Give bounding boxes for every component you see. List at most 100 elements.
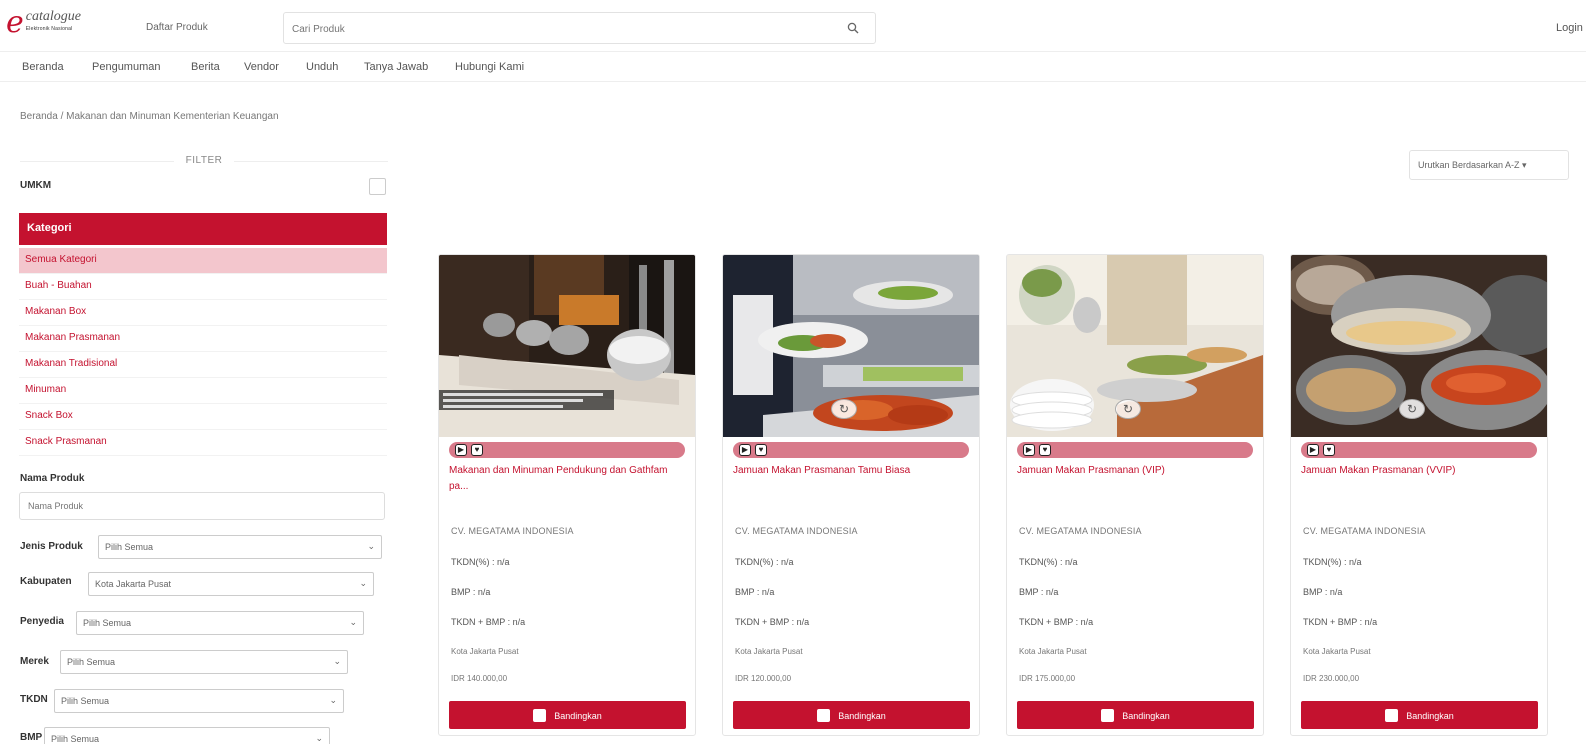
nav-beranda[interactable]: Beranda bbox=[22, 61, 64, 73]
penyedia-select[interactable]: Pilih Semua ⌄ bbox=[76, 611, 364, 635]
product-tag-bar: ▶ ♥ bbox=[733, 442, 969, 458]
product-location: Kota Jakarta Pusat bbox=[1019, 647, 1087, 656]
kabupaten-label: Kabupaten bbox=[20, 576, 72, 587]
rotate-icon[interactable]: ↻ bbox=[831, 399, 857, 419]
jenis-produk-select[interactable]: Pilih Semua ⌄ bbox=[98, 535, 382, 559]
product-card[interactable]: ↻ ▶ ♥ Jamuan Makan Prasmanan Tamu Biasa … bbox=[722, 254, 980, 736]
nama-produk-label: Nama Produk bbox=[20, 473, 85, 484]
product-tkdn-bmp: TKDN + BMP : n/a bbox=[1303, 617, 1378, 627]
product-vendor: CV. MEGATAMA INDONESIA bbox=[451, 526, 574, 536]
merek-label: Merek bbox=[20, 656, 49, 667]
kategori-item[interactable]: Buah - Buahan bbox=[19, 274, 387, 300]
breadcrumb[interactable]: Beranda / Makanan dan Minuman Kementeria… bbox=[20, 111, 279, 122]
rotate-icon[interactable]: ↻ bbox=[1399, 399, 1425, 419]
product-vendor: CV. MEGATAMA INDONESIA bbox=[1303, 526, 1426, 536]
sort-dropdown[interactable]: Urutkan Berdasarkan A-Z ▾ bbox=[1409, 150, 1569, 180]
product-tkdn: TKDN(%) : n/a bbox=[1303, 557, 1362, 567]
logo-text: catalogue bbox=[25, 9, 81, 24]
play-icon[interactable]: ▶ bbox=[739, 444, 751, 456]
logo-subtext: Elektronik Nasional bbox=[25, 26, 73, 32]
kategori-item[interactable]: Makanan Tradisional bbox=[19, 352, 387, 378]
product-price: IDR 120.000,00 bbox=[735, 674, 792, 683]
logo-e-mark: e bbox=[6, 5, 24, 40]
login-link[interactable]: Login bbox=[1556, 22, 1583, 34]
kategori-item[interactable]: Makanan Box bbox=[19, 300, 387, 326]
product-title[interactable]: Jamuan Makan Prasmanan (VIP) bbox=[1017, 463, 1253, 479]
top-header: e catalogue Elektronik Nasional Daftar P… bbox=[0, 0, 1586, 52]
kategori-header: Kategori bbox=[19, 213, 387, 245]
product-price: IDR 140.000,00 bbox=[451, 674, 508, 683]
product-bmp: BMP : n/a bbox=[735, 587, 775, 597]
heart-icon[interactable]: ♥ bbox=[1039, 444, 1051, 456]
play-icon[interactable]: ▶ bbox=[1307, 444, 1319, 456]
product-bmp: BMP : n/a bbox=[451, 587, 491, 597]
product-location: Kota Jakarta Pusat bbox=[451, 647, 519, 656]
search-icon[interactable] bbox=[847, 22, 859, 34]
merek-select[interactable]: Pilih Semua ⌄ bbox=[60, 650, 348, 674]
heart-icon[interactable]: ♥ bbox=[471, 444, 483, 456]
kategori-item[interactable]: Semua Kategori bbox=[19, 248, 387, 274]
play-icon[interactable]: ▶ bbox=[1023, 444, 1035, 456]
tkdn-select[interactable]: Pilih Semua ⌄ bbox=[54, 689, 344, 713]
product-title[interactable]: Jamuan Makan Prasmanan Tamu Biasa bbox=[733, 463, 969, 479]
search-input[interactable] bbox=[292, 21, 832, 37]
product-tag-bar: ▶ ♥ bbox=[1301, 442, 1537, 458]
kabupaten-select[interactable]: Kota Jakarta Pusat ⌄ bbox=[88, 572, 374, 596]
nav-tanya-jawab[interactable]: Tanya Jawab bbox=[364, 61, 428, 73]
product-card[interactable]: ↻ ▶ ♥ Jamuan Makan Prasmanan (VIP) CV. M… bbox=[1006, 254, 1264, 736]
play-icon[interactable]: ▶ bbox=[455, 444, 467, 456]
product-vendor: CV. MEGATAMA INDONESIA bbox=[1019, 526, 1142, 536]
product-price: IDR 230.000,00 bbox=[1303, 674, 1360, 683]
filter-title: FILTER bbox=[20, 155, 388, 166]
penyedia-label: Penyedia bbox=[20, 616, 64, 627]
kategori-item[interactable]: Snack Box bbox=[19, 404, 387, 430]
chevron-down-icon: ⌄ bbox=[359, 578, 367, 588]
daftar-produk-link[interactable]: Daftar Produk bbox=[146, 22, 208, 33]
compare-button[interactable]: Bandingkan bbox=[733, 701, 970, 729]
nav-berita[interactable]: Berita bbox=[191, 61, 220, 73]
jenis-produk-label: Jenis Produk bbox=[20, 541, 83, 552]
umkm-label: UMKM bbox=[20, 180, 52, 191]
product-price: IDR 175.000,00 bbox=[1019, 674, 1076, 683]
search-bar[interactable] bbox=[283, 12, 876, 44]
product-tag-bar: ▶ ♥ bbox=[449, 442, 685, 458]
product-tag-bar: ▶ ♥ bbox=[1017, 442, 1253, 458]
nav-pengumuman[interactable]: Pengumuman bbox=[92, 61, 161, 73]
product-location: Kota Jakarta Pusat bbox=[735, 647, 803, 656]
product-card[interactable]: ▶ ♥ Makanan dan Minuman Pendukung dan Ga… bbox=[438, 254, 696, 736]
compare-button[interactable]: Bandingkan bbox=[449, 701, 686, 729]
product-title[interactable]: Makanan dan Minuman Pendukung dan Gathfa… bbox=[449, 463, 685, 495]
tkdn-label: TKDN bbox=[20, 694, 48, 705]
chevron-down-icon: ⌄ bbox=[367, 541, 375, 551]
checkbox-icon bbox=[817, 709, 831, 722]
main-nav: Beranda Pengumuman Berita Vendor Unduh T… bbox=[0, 52, 1586, 82]
nama-produk-input[interactable] bbox=[19, 492, 385, 520]
nav-vendor[interactable]: Vendor bbox=[244, 61, 279, 73]
chevron-down-icon: ⌄ bbox=[315, 733, 323, 743]
bmp-select[interactable]: Pilih Semua ⌄ bbox=[44, 727, 330, 744]
nav-hubungi-kami[interactable]: Hubungi Kami bbox=[455, 61, 524, 73]
rotate-icon[interactable]: ↻ bbox=[1115, 399, 1141, 419]
product-tkdn: TKDN(%) : n/a bbox=[451, 557, 510, 567]
ecatalogue-logo[interactable]: e catalogue Elektronik Nasional bbox=[6, 5, 81, 40]
product-image[interactable] bbox=[439, 255, 695, 437]
kategori-item[interactable]: Minuman bbox=[19, 378, 387, 404]
checkbox-icon bbox=[1385, 709, 1399, 722]
product-tkdn: TKDN(%) : n/a bbox=[1019, 557, 1078, 567]
umkm-checkbox[interactable] bbox=[369, 178, 386, 195]
product-title[interactable]: Jamuan Makan Prasmanan (VVIP) bbox=[1301, 463, 1537, 479]
checkbox-icon bbox=[1101, 709, 1115, 722]
chevron-down-icon: ⌄ bbox=[349, 617, 357, 627]
chevron-down-icon: ⌄ bbox=[329, 695, 337, 705]
kategori-item[interactable]: Snack Prasmanan bbox=[19, 430, 387, 456]
heart-icon[interactable]: ♥ bbox=[1323, 444, 1335, 456]
compare-button[interactable]: Bandingkan bbox=[1301, 701, 1538, 729]
product-card[interactable]: ↻ ▶ ♥ Jamuan Makan Prasmanan (VVIP) CV. … bbox=[1290, 254, 1548, 736]
product-tkdn-bmp: TKDN + BMP : n/a bbox=[451, 617, 526, 627]
heart-icon[interactable]: ♥ bbox=[755, 444, 767, 456]
product-bmp: BMP : n/a bbox=[1019, 587, 1059, 597]
compare-button[interactable]: Bandingkan bbox=[1017, 701, 1254, 729]
product-vendor: CV. MEGATAMA INDONESIA bbox=[735, 526, 858, 536]
kategori-item[interactable]: Makanan Prasmanan bbox=[19, 326, 387, 352]
nav-unduh[interactable]: Unduh bbox=[306, 61, 338, 73]
